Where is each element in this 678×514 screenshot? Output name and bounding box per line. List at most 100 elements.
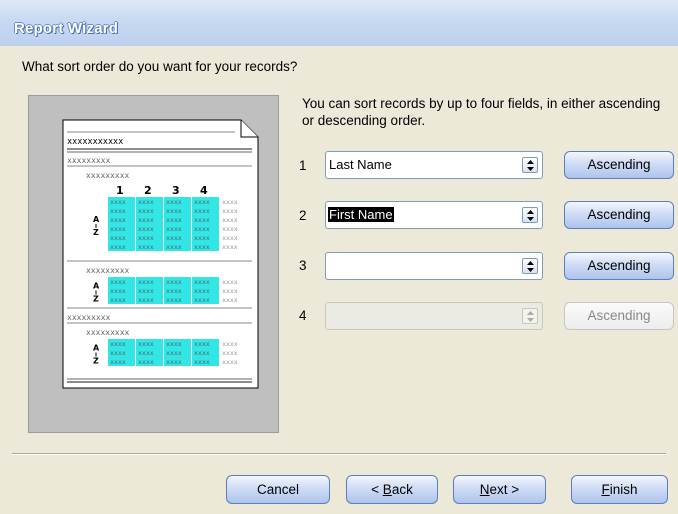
preview-cell-text: xxxx (166, 207, 182, 215)
preview-cell-text: xxxx (222, 349, 238, 357)
preview-cell-text: xxxx (194, 216, 210, 224)
sort-field-4-dropdown-icon (522, 308, 538, 324)
sort-field-2-value: First Name (328, 207, 394, 222)
preview-column-number: 2 (144, 184, 152, 197)
sort-field-4-combo (325, 302, 543, 330)
preview-cell-text: xxxx (222, 225, 238, 233)
sort-field-3-dropdown-icon[interactable] (522, 258, 538, 274)
preview-cell-text: xxxx (138, 278, 154, 286)
preview-sort-az-icon-z: Z (93, 295, 99, 304)
preview-cell-text: xxxx (222, 243, 238, 251)
preview-cell-text: xxxx (194, 278, 210, 286)
report-preview-illustration: xxxxxxxxxxx xxxxxxxxx xxxxxxxxx 1 2 3 4 xxx… (62, 119, 259, 389)
preview-cell-text: xxxx (110, 234, 126, 242)
preview-cell-text: xxxx (138, 198, 154, 206)
sort-field-2-dropdown-icon[interactable] (522, 207, 538, 223)
preview-cell-text: xxxx (138, 243, 154, 251)
preview-cell-text: xxxx (194, 243, 210, 251)
preview-cell-text: xxxx (194, 225, 210, 233)
cancel-button[interactable]: Cancel (226, 475, 330, 504)
preview-sort-az-icon-z: Z (93, 357, 99, 366)
finish-label-mnemonic: F (601, 482, 610, 497)
preview-cell-text: xxxx (138, 358, 154, 366)
preview-group-header-2: xxxxxxxxx (67, 313, 111, 322)
preview-cell-text: xxxx (222, 278, 238, 286)
preview-cell-text: xxxx (110, 207, 126, 215)
preview-cell-text: xxxx (138, 225, 154, 233)
preview-cell-text: xxxx (166, 243, 182, 251)
sort-field-1-combo[interactable]: Last Name (325, 151, 543, 179)
finish-button[interactable]: Finish (571, 475, 668, 504)
preview-cell-text: xxxx (110, 358, 126, 366)
preview-cell-text: xxxx (194, 358, 210, 366)
preview-cell-text: xxxx (166, 216, 182, 224)
sort-question: What sort order do you want for your rec… (22, 59, 298, 74)
preview-subgroup-header-2: xxxxxxxxx (86, 266, 130, 275)
sort-field-1-value: Last Name (329, 157, 392, 172)
preview-cell-text: xxxx (194, 198, 210, 206)
preview-subgroup-header: xxxxxxxxx (86, 171, 130, 180)
preview-cell-text: xxxx (138, 207, 154, 215)
preview-cell-text: xxxx (138, 234, 154, 242)
sort-field-2-combo[interactable]: First Name (325, 201, 543, 229)
preview-cell-text: xxxx (166, 225, 182, 233)
preview-column-number: 4 (200, 184, 208, 197)
next-label-rest: ext > (489, 482, 520, 497)
preview-cell-text: xxxx (166, 234, 182, 242)
preview-sort-az-icon: A (93, 282, 100, 291)
preview-cell-text: xxxx (166, 198, 182, 206)
preview-cell-text: xxxx (194, 349, 210, 357)
preview-cell-text: xxxx (110, 340, 126, 348)
preview-group-header: xxxxxxxxx (67, 156, 111, 165)
sort-order-3-button[interactable]: Ascending (564, 252, 674, 280)
preview-cell-text: xxxx (166, 349, 182, 357)
preview-cell-text: xxxx (166, 278, 182, 286)
sort-order-2-button[interactable]: Ascending (564, 201, 674, 229)
preview-cell-text: xxxx (194, 207, 210, 215)
sort-field-3-combo[interactable] (325, 252, 543, 280)
back-button[interactable]: < Back (346, 475, 438, 504)
back-label-prefix: < (371, 482, 383, 497)
preview-cell-text: xxxx (222, 340, 238, 348)
sort-order-4-button: Ascending (564, 302, 674, 330)
sort-instructions: You can sort records by up to four field… (302, 96, 661, 128)
wizard-title: Report Wizard (14, 20, 119, 37)
preview-cell-text: xxxx (194, 234, 210, 242)
preview-cell-text: xxxx (166, 296, 182, 304)
preview-cell-text: xxxx (222, 296, 238, 304)
report-preview-panel: xxxxxxxxxxx xxxxxxxxx xxxxxxxxx 1 2 3 4 xxx… (28, 95, 279, 433)
next-button[interactable]: Next > (453, 475, 546, 504)
next-label-mnemonic: N (479, 482, 490, 497)
preview-column-number: 3 (172, 184, 180, 197)
preview-cell-text: xxxx (194, 340, 210, 348)
preview-cell-text: xxxx (110, 198, 126, 206)
preview-cell-text: xxxx (222, 207, 238, 215)
sort-row-number-2: 2 (299, 208, 307, 223)
preview-cell-text: xxxx (110, 296, 126, 304)
preview-cell-text: xxxx (110, 287, 126, 295)
sort-field-1-dropdown-icon[interactable] (522, 157, 538, 173)
sort-row-number-1: 1 (299, 158, 307, 173)
preview-cell-text: xxxx (138, 296, 154, 304)
preview-cell-text: xxxx (222, 216, 238, 224)
preview-cell-text: xxxx (110, 243, 126, 251)
preview-cell-text: xxxx (110, 278, 126, 286)
preview-cell-text: xxxx (166, 340, 182, 348)
preview-cell-text: xxxx (222, 198, 238, 206)
preview-cell-text: xxxx (138, 287, 154, 295)
preview-cell-text: xxxx (110, 216, 126, 224)
preview-cell-text: xxxx (222, 358, 238, 366)
back-label-rest: ack (391, 482, 413, 497)
preview-cell-text: xxxx (194, 287, 210, 295)
preview-cell-text: xxxx (166, 358, 182, 366)
preview-cell-text: xxxx (110, 349, 126, 357)
preview-cell-text: xxxx (138, 340, 154, 348)
preview-cell-text: xxxx (166, 287, 182, 295)
preview-cell-text: xxxx (138, 349, 154, 357)
sort-order-1-button[interactable]: Ascending (564, 151, 674, 179)
preview-subgroup-header-3: xxxxxxxxx (86, 328, 130, 337)
preview-sort-az-icon-z: Z (93, 228, 99, 237)
preview-cell-text: xxxx (138, 216, 154, 224)
preview-cell-text: xxxx (222, 287, 238, 295)
footer-separator (12, 453, 666, 455)
